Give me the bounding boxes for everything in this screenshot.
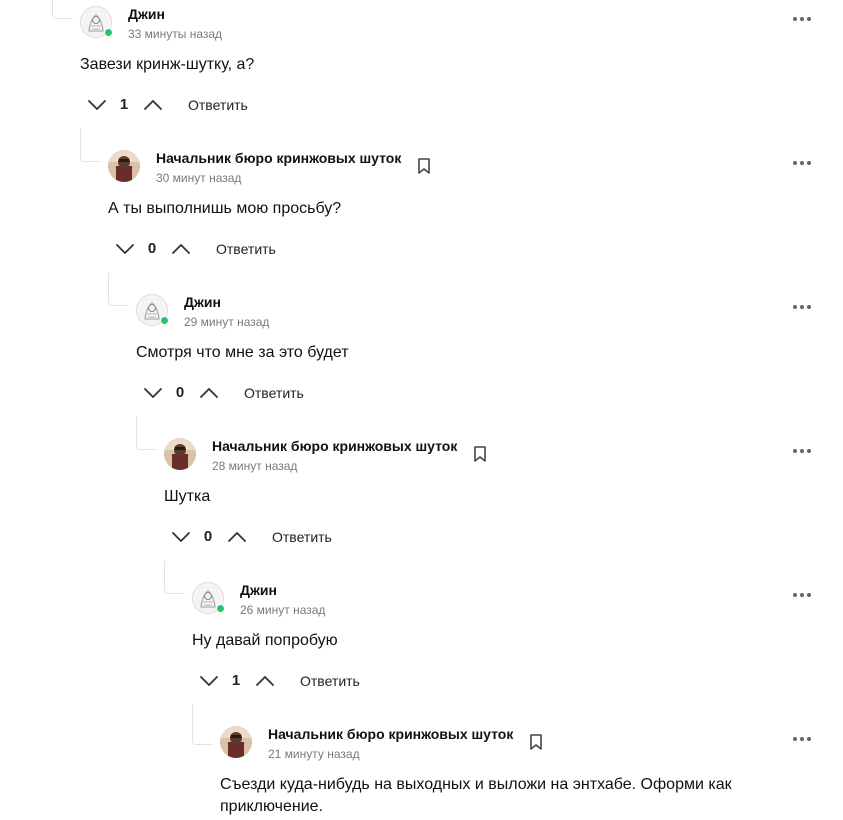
chevron-up-icon[interactable] <box>226 530 248 544</box>
thread-connector <box>108 273 129 306</box>
comment-author[interactable]: Начальник бюро кринжовых шуток <box>156 150 401 166</box>
more-dots-icon[interactable] <box>790 12 814 26</box>
chevron-up-icon[interactable] <box>142 98 164 112</box>
bookmark-icon[interactable] <box>414 156 434 176</box>
more-dots-icon[interactable] <box>790 300 814 314</box>
reply-button[interactable]: Ответить <box>216 241 276 257</box>
thread-connector <box>52 0 73 19</box>
chevron-down-icon[interactable] <box>86 98 108 112</box>
more-dots-icon[interactable] <box>790 732 814 746</box>
more-dots-icon[interactable] <box>790 588 814 602</box>
online-indicator <box>104 28 113 37</box>
comment-author[interactable]: Начальник бюро кринжовых шуток <box>268 726 513 742</box>
thread-connector <box>192 705 213 745</box>
avatar-photo-icon <box>220 726 252 758</box>
online-indicator <box>160 316 169 325</box>
avatar[interactable] <box>80 6 113 38</box>
avatar[interactable] <box>192 582 225 614</box>
comment-time[interactable]: 29 минут назад <box>184 315 269 329</box>
chevron-down-icon[interactable] <box>170 530 192 544</box>
more-dots-icon[interactable] <box>790 156 814 170</box>
bookmark-icon[interactable] <box>470 444 490 464</box>
reply-button[interactable]: Ответить <box>300 673 360 689</box>
comment-text: Ну давай попробую <box>192 632 338 649</box>
thread-connector <box>164 561 185 594</box>
comment-text: Смотря что мне за это будет <box>136 344 349 361</box>
avatar[interactable] <box>220 726 252 758</box>
comment-author[interactable]: Джин <box>240 582 277 598</box>
vote-count: 0 <box>147 240 157 257</box>
thread-connector <box>136 417 157 450</box>
chevron-down-icon[interactable] <box>114 242 136 256</box>
chevron-down-icon[interactable] <box>198 674 220 688</box>
vote-count: 1 <box>119 96 129 113</box>
chevron-up-icon[interactable] <box>254 674 276 688</box>
avatar-photo-icon <box>108 150 140 182</box>
reply-button[interactable]: Ответить <box>244 385 304 401</box>
chevron-up-icon[interactable] <box>198 386 220 400</box>
comment-text: Шутка <box>164 488 211 505</box>
chevron-up-icon[interactable] <box>170 242 192 256</box>
reply-button[interactable]: Ответить <box>188 97 248 113</box>
avatar[interactable] <box>164 438 196 470</box>
reply-button[interactable]: Ответить <box>272 529 332 545</box>
vote-count: 0 <box>203 528 213 545</box>
bookmark-icon[interactable] <box>526 732 546 752</box>
vote-count: 0 <box>175 384 185 401</box>
comment-time[interactable]: 26 минут назад <box>240 603 325 617</box>
comment-author[interactable]: Джин <box>184 294 221 310</box>
thread-connector <box>80 129 101 162</box>
comment-time[interactable]: 21 минуту назад <box>268 747 360 761</box>
comment-author[interactable]: Джин <box>128 6 165 22</box>
comment-thread: Джин 33 минуты назад Завези кринж-шутку,… <box>0 0 843 820</box>
comment-time[interactable]: 33 минуты назад <box>128 27 222 41</box>
comment-author[interactable]: Начальник бюро кринжовых шуток <box>212 438 457 454</box>
comment-time[interactable]: 28 минут назад <box>212 459 297 473</box>
more-dots-icon[interactable] <box>790 444 814 458</box>
avatar-photo-icon <box>164 438 196 470</box>
comment-text: Завези кринж-шутку, а? <box>80 56 255 73</box>
comment-time[interactable]: 30 минут назад <box>156 171 241 185</box>
comment-text: А ты выполнишь мою просьбу? <box>108 200 342 217</box>
chevron-down-icon[interactable] <box>142 386 164 400</box>
avatar[interactable] <box>136 294 169 326</box>
comment-text: Съезди куда-нибудь на выходных и выложи … <box>220 776 732 815</box>
avatar[interactable] <box>108 150 140 182</box>
online-indicator <box>216 604 225 613</box>
vote-count: 1 <box>231 672 241 689</box>
